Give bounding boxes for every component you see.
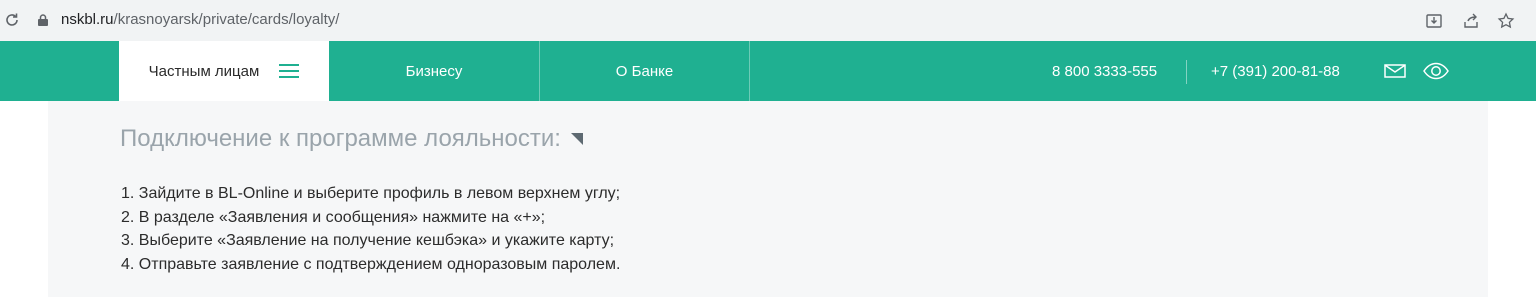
mail-icon[interactable] xyxy=(1381,60,1409,82)
install-icon[interactable] xyxy=(1424,11,1444,31)
bookmark-star-icon[interactable] xyxy=(1496,11,1516,31)
phone-divider xyxy=(1186,60,1187,84)
list-item: 3. Выберите «Заявление на получение кешб… xyxy=(121,232,615,249)
tab-business[interactable]: Бизнесу xyxy=(329,41,539,101)
heading-text: Подключение к программе лояльности: xyxy=(120,125,561,152)
tab-label: О Банке xyxy=(615,62,674,80)
url-text[interactable]: nskbl.ru/krasnoyarsk/private/cards/loyal… xyxy=(61,11,339,29)
list-item: 4. Отправьте заявление с подтверждением … xyxy=(121,255,621,273)
list-item: 2. В разделе «Заявления и сообщения» наж… xyxy=(121,208,546,226)
phone-free[interactable]: 8 800 3333-555 xyxy=(1052,41,1157,101)
share-icon[interactable] xyxy=(1461,11,1481,31)
tab-label: Бизнесу xyxy=(405,62,463,80)
url-host: nskbl.ru xyxy=(61,11,114,28)
phone-local[interactable]: +7 (391) 200-81-88 xyxy=(1211,41,1340,101)
steps-list: 1. Зайдите в BL-Online и выберите профил… xyxy=(121,182,620,276)
tab-about-bank[interactable]: О Банке xyxy=(540,41,749,101)
browser-address-bar: nskbl.ru/krasnoyarsk/private/cards/loyal… xyxy=(0,0,1536,41)
visually-impaired-eye-icon[interactable] xyxy=(1422,60,1450,82)
tab-label: Частным лицам xyxy=(148,62,260,80)
lock-icon[interactable] xyxy=(36,13,50,27)
reload-icon[interactable] xyxy=(4,12,20,28)
main-navbar: Частным лицам Бизнесу О Банке 8 800 3333… xyxy=(0,41,1536,101)
url-path: /krasnoyarsk/private/cards/loyalty/ xyxy=(113,11,340,28)
menu-icon[interactable] xyxy=(279,64,300,78)
corner-triangle-icon xyxy=(570,133,583,145)
tab-private-clients[interactable]: Частным лицам xyxy=(119,41,329,101)
list-item: 1. Зайдите в BL-Online и выберите профил… xyxy=(121,185,621,202)
nav-divider xyxy=(749,41,750,101)
section-heading: Подключение к программе лояльности: xyxy=(120,124,583,154)
